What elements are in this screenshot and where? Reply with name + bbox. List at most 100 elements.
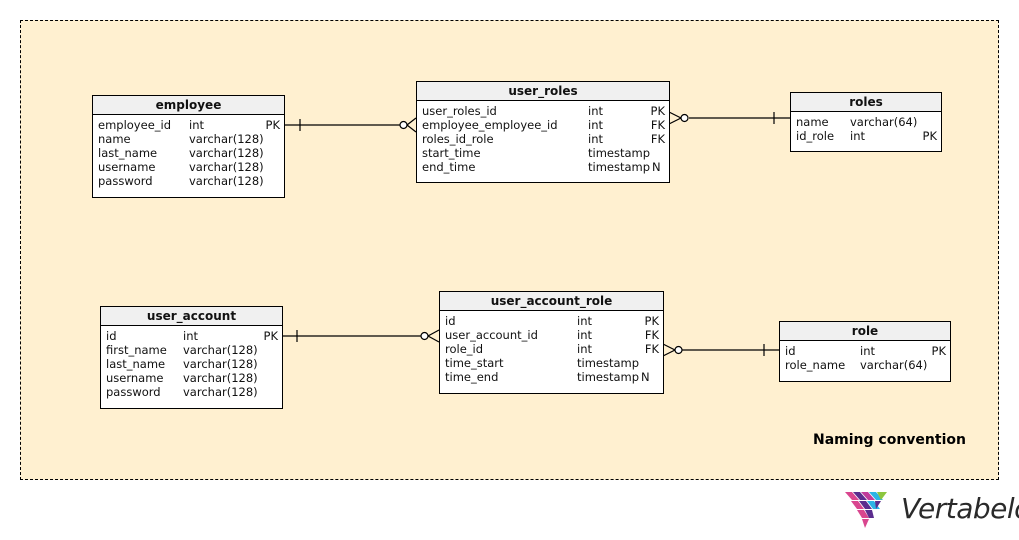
column-key: PK [922,129,937,143]
column-type: int [189,118,204,132]
column-row[interactable]: username varchar(128) [98,160,280,174]
diagram-title: Naming convention [813,432,966,448]
column-key: FK [650,132,665,146]
column-row[interactable]: name varchar(64) [796,115,937,129]
column-type: int [577,314,592,328]
column-type: varchar(64) [860,358,928,372]
column-row[interactable]: id int PK [106,329,278,343]
column-row[interactable]: time_end timestamp N [445,370,659,384]
column-name: start_time [422,146,481,160]
column-row[interactable]: last_name varchar(128) [98,146,280,160]
table-title: user_account_role [440,292,663,311]
column-key: FK [644,342,659,356]
vertabelo-wordmark: Vertabelo [901,492,1019,525]
column-row[interactable]: roles_id_role int FK [422,132,665,146]
column-name: id [445,314,456,328]
column-row[interactable]: id_role int PK [796,129,937,143]
column-name: last_name [106,357,166,371]
table-title: employee [93,96,284,115]
table-employee[interactable]: employee employee_id int PK name varchar(128… [92,95,285,198]
table-title: user_account [101,307,282,326]
table-title: user_roles [417,82,669,101]
column-name: time_end [445,370,499,384]
table-user-account-role[interactable]: user_account_role id int PK user_account_id… [439,291,664,394]
column-type: varchar(128) [189,174,264,188]
column-name: name [98,132,131,146]
column-type: timestamp [577,356,640,370]
column-name: id_role [796,129,835,143]
column-row[interactable]: password varchar(128) [98,174,280,188]
column-row[interactable]: role_id int FK [445,342,659,356]
column-name: user_account_id [445,328,538,342]
column-type: varchar(128) [183,385,258,399]
column-row[interactable]: role_name varchar(64) [785,358,946,372]
column-type: int [588,118,603,132]
column-key: PK [931,344,946,358]
column-row[interactable]: end_time timestamp N [422,160,665,174]
column-key: N [641,370,650,384]
column-type: int [183,329,198,343]
column-name: first_name [106,343,167,357]
table-user-account[interactable]: user_account id int PK first_name varchar(12… [100,306,283,409]
column-name: roles_id_role [422,132,494,146]
column-type: int [588,104,603,118]
column-name: password [106,385,161,399]
column-type: timestamp [588,146,651,160]
column-row[interactable]: start_time timestamp [422,146,665,160]
column-name: time_start [445,356,504,370]
column-type: varchar(128) [189,132,264,146]
column-type: timestamp [577,370,640,384]
column-name: password [98,174,153,188]
column-type: varchar(128) [183,343,258,357]
column-name: id [106,329,117,343]
column-key: PK [265,118,280,132]
column-type: timestamp [588,160,651,174]
column-type: int [860,344,875,358]
column-type: varchar(64) [850,115,918,129]
column-key: PK [650,104,665,118]
table-title: role [780,322,950,341]
column-row[interactable]: name varchar(128) [98,132,280,146]
column-key: N [652,160,661,174]
column-type: varchar(128) [183,371,258,385]
column-name: role_name [785,358,846,372]
column-name: employee_id [98,118,172,132]
column-row[interactable]: username varchar(128) [106,371,278,385]
table-roles[interactable]: roles name varchar(64) id_role int PK [790,92,942,152]
column-key: FK [650,118,665,132]
column-name: name [796,115,829,129]
column-row[interactable]: password varchar(128) [106,385,278,399]
column-key: FK [644,328,659,342]
vertabelo-logo-icon [845,492,887,528]
column-name: user_roles_id [422,104,497,118]
column-name: role_id [445,342,484,356]
column-row[interactable]: id int PK [785,344,946,358]
column-row[interactable]: time_start timestamp [445,356,659,370]
column-row[interactable]: user_roles_id int PK [422,104,665,118]
table-user-roles[interactable]: user_roles user_roles_id int PK employee_em… [416,81,670,183]
column-type: int [577,328,592,342]
column-name: employee_employee_id [422,118,558,132]
column-row[interactable]: employee_id int PK [98,118,280,132]
column-type: varchar(128) [189,146,264,160]
column-row[interactable]: first_name varchar(128) [106,343,278,357]
column-name: last_name [98,146,158,160]
column-name: username [106,371,164,385]
column-key: PK [263,329,278,343]
column-type: varchar(128) [183,357,258,371]
column-name: username [98,160,156,174]
column-type: varchar(128) [189,160,264,174]
column-name: id [785,344,796,358]
column-row[interactable]: employee_employee_id int FK [422,118,665,132]
column-type: int [850,129,865,143]
column-row[interactable]: user_account_id int FK [445,328,659,342]
column-key: PK [644,314,659,328]
table-role[interactable]: role id int PK role_name varchar(64) [779,321,951,382]
column-type: int [577,342,592,356]
column-row[interactable]: id int PK [445,314,659,328]
column-row[interactable]: last_name varchar(128) [106,357,278,371]
column-name: end_time [422,160,476,174]
vertabelo-brand: Vertabelo [843,488,1019,532]
table-title: roles [791,93,941,112]
column-type: int [588,132,603,146]
